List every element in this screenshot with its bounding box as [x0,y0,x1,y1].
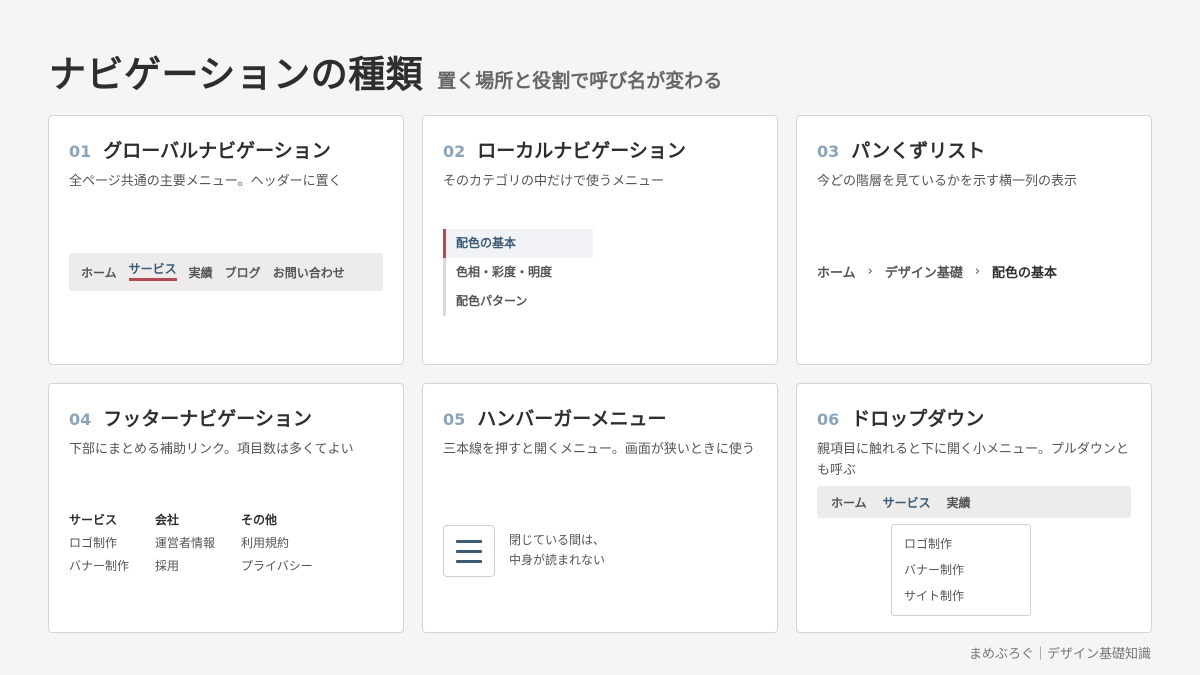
footer-link[interactable]: 利用規約 [241,532,313,555]
footer-link[interactable]: 採用 [155,555,215,578]
breadcrumb-item-design[interactable]: デザイン基礎 [885,262,963,281]
card-hamburger: 05 ハンバーガーメニュー 三本線を押すと開くメニュー。画面が狭いときに使う 閉… [422,383,778,633]
footer-column-heading: サービス [69,513,118,527]
breadcrumb-demo: ホーム › デザイン基礎 › 配色の基本 [817,262,1057,281]
card-dropdown: 06 ドロップダウン 親項目に触れると下に開く小メニュー。プルダウンとも呼ぶ ホ… [796,383,1152,633]
card-description: 全ページ共通の主要メニュー。ヘッダーに置く [69,174,342,189]
dropdown-item[interactable]: サイト制作 [892,583,1030,609]
card-number: 01 [69,142,92,161]
footer-column: サービス ロゴ制作 バナー制作 [69,509,129,578]
nav-item-home[interactable]: ホーム [81,264,117,281]
card-title: パンくずリスト [851,140,986,162]
nav-item-service-active[interactable]: サービス [883,494,931,511]
note-line: 閉じている間は、 [509,533,606,547]
dropdown-menu: ロゴ制作 バナー制作 サイト制作 [891,524,1031,616]
footer-link[interactable]: 運営者情報 [155,532,215,555]
card-local-nav: 02 ローカルナビゲーション そのカテゴリの中だけで使うメニュー 配色の基本 色… [422,115,778,365]
card-title: ローカルナビゲーション [477,140,686,162]
card-title: ドロップダウン [851,408,985,430]
dropdown-item[interactable]: バナー制作 [892,557,1030,583]
card-global-nav: 01 グローバルナビゲーション 全ページ共通の主要メニュー。ヘッダーに置く ホー… [48,115,404,365]
page-title: ナビゲーションの種類 [49,53,424,96]
breadcrumb-item-current: 配色の基本 [992,266,1058,281]
nav-item-service-active[interactable]: サービス [128,260,177,281]
breadcrumb-item-home[interactable]: ホーム [817,262,856,281]
page-header: ナビゲーションの種類 置く場所と役割で呼び名が変わる [49,44,722,98]
card-number: 05 [443,410,466,429]
footer-link[interactable]: バナー制作 [69,555,129,578]
local-nav-item[interactable]: 色相・彩度・明度 [446,258,593,287]
card-number: 04 [69,410,92,429]
footer-column-heading: 会社 [155,513,180,527]
local-nav-item[interactable]: 配色パターン [446,287,593,316]
note-line: 中身が読まれない [509,553,606,567]
chevron-right-icon: › [867,264,873,279]
footer-column: その他 利用規約 プライバシー [241,509,313,578]
footer-column: 会社 運営者情報 採用 [155,509,215,578]
card-description: 親項目に触れると下に開く小メニュー。プルダウンとも呼ぶ [817,442,1129,478]
card-title: グローバルナビゲーション [103,140,331,162]
nav-item-contact[interactable]: お問い合わせ [273,264,345,281]
page-subtitle: 置く場所と役割で呼び名が変わる [437,70,723,92]
hamburger-note: 閉じている間は、 中身が読まれない [509,530,605,570]
card-number: 03 [817,142,840,161]
local-nav-item-active[interactable]: 配色の基本 [446,229,593,258]
card-title: ハンバーガーメニュー [477,408,667,430]
footer-column-heading: その他 [241,513,278,527]
dropdown-nav-bar: ホーム サービス 実績 [817,486,1131,518]
nav-item-home[interactable]: ホーム [831,494,867,511]
card-title: フッターナビゲーション [103,408,312,430]
card-description: 今どの階層を見ているかを示す横一列の表示 [817,174,1078,189]
chevron-right-icon: › [974,264,981,279]
footer-link[interactable]: ロゴ制作 [69,532,129,555]
footer-credit: まめぶろぐ｜デザイン基礎知識 [968,647,1151,662]
card-number: 02 [443,142,466,161]
card-footer-nav: 04 フッターナビゲーション 下部にまとめる補助リンク。項目数は多くてよい サー… [48,383,404,633]
dropdown-item[interactable]: ロゴ制作 [892,531,1030,557]
card-description: 下部にまとめる補助リンク。項目数は多くてよい [69,442,354,457]
card-breadcrumb: 03 パンくずリスト 今どの階層を見ているかを示す横一列の表示 ホーム › デザ… [796,115,1152,365]
card-number: 06 [817,410,840,429]
nav-item-blog[interactable]: ブログ [225,264,261,281]
footer-nav-demo: サービス ロゴ制作 バナー制作 会社 運営者情報 採用 その他 利用規約 プライ… [69,509,339,578]
global-nav-demo: ホーム サービス 実績 ブログ お問い合わせ [69,253,383,291]
nav-item-works[interactable]: 実績 [189,264,213,281]
local-nav-demo: 配色の基本 色相・彩度・明度 配色パターン [443,229,593,316]
footer-link[interactable]: プライバシー [241,555,313,578]
hamburger-icon[interactable] [443,525,495,577]
card-description: 三本線を押すと開くメニュー。画面が狭いときに使う [443,442,755,457]
nav-item-works[interactable]: 実績 [947,494,971,511]
card-description: そのカテゴリの中だけで使うメニュー [443,174,665,189]
